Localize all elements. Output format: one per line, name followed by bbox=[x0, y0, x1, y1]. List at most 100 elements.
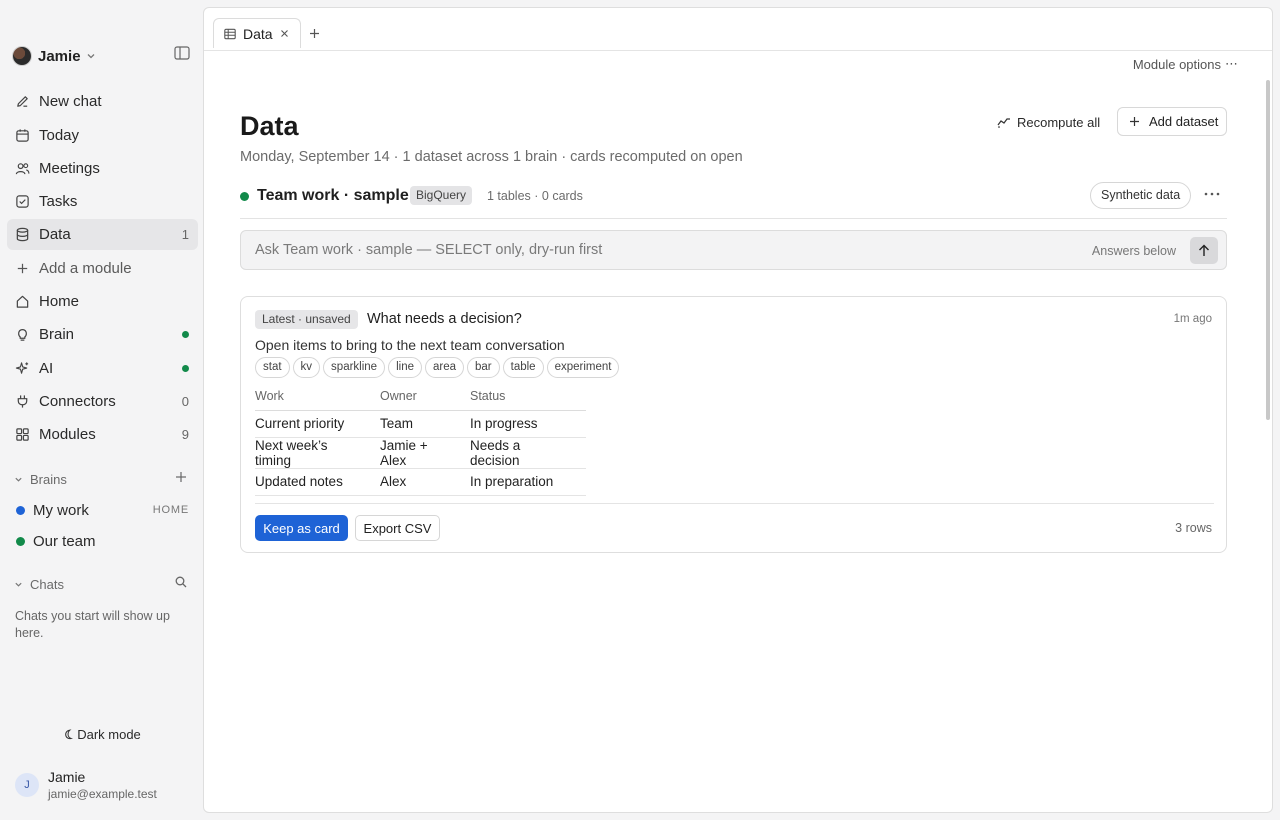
brain-label: My work bbox=[33, 501, 89, 519]
table-cell: Needs a decision bbox=[470, 437, 586, 469]
sidebar-item-new-chat[interactable]: New chat bbox=[7, 86, 198, 117]
sidebar-item-count: 9 bbox=[181, 427, 189, 442]
dark-mode-label: Dark mode bbox=[77, 726, 141, 742]
plus-icon bbox=[1130, 117, 1139, 126]
sidebar-item-count: 0 bbox=[181, 394, 189, 409]
sidebar-item-label: Today bbox=[39, 127, 80, 144]
workspace-avatar bbox=[12, 46, 32, 66]
sidebar-item-label: Brain bbox=[39, 326, 75, 343]
home-icon bbox=[16, 295, 29, 308]
brain-item-my-work[interactable]: My work HOME bbox=[8, 497, 198, 523]
chart-type-chips: stat kv sparkline line area bar table ex… bbox=[255, 357, 622, 378]
more-dots-icon: ⋯ bbox=[1225, 56, 1238, 71]
ask-input[interactable]: Ask Team work · sample — SELECT only, dr… bbox=[240, 230, 1227, 270]
table-cell: Next week’s timing bbox=[255, 437, 380, 469]
column-header: Owner bbox=[380, 389, 470, 411]
table-cell: Team bbox=[380, 410, 470, 438]
divider bbox=[255, 503, 1214, 504]
dark-mode-toggle[interactable]: Dark mode bbox=[0, 725, 204, 743]
brains-heading: Brains bbox=[30, 471, 67, 487]
table-row: Updated notes Alex In preparation bbox=[255, 468, 586, 496]
export-csv-button[interactable]: Export CSV bbox=[355, 515, 440, 541]
sidebar-item-meetings[interactable]: Meetings bbox=[7, 153, 198, 184]
recompute-all-button[interactable]: Recompute all bbox=[997, 112, 1100, 132]
table-cell: Current priority bbox=[255, 410, 380, 438]
chip-sparkline[interactable]: sparkline bbox=[323, 357, 386, 378]
brain-color-dot bbox=[16, 536, 25, 546]
tab-data[interactable]: Data bbox=[213, 18, 301, 48]
user-name: Jamie bbox=[48, 769, 86, 785]
recompute-label: Recompute all bbox=[1017, 114, 1101, 130]
table-cell: In preparation bbox=[470, 468, 586, 496]
sidebar-item-today[interactable]: Today bbox=[7, 120, 198, 151]
module-options-button[interactable]: Module options ⋯ bbox=[1133, 56, 1238, 72]
sidebar-item-label: AI bbox=[39, 360, 54, 377]
sidebar-item-label: Modules bbox=[39, 426, 96, 443]
source-badge: BigQuery bbox=[410, 186, 473, 205]
dataset-name[interactable]: Team work · sample bbox=[257, 187, 409, 205]
brains-section-toggle[interactable]: Brains bbox=[14, 471, 67, 487]
sidebar-item-count: 1 bbox=[181, 227, 189, 242]
dataset-header: Team work · sample BigQuery 1 tables · 0… bbox=[240, 181, 1227, 219]
sparkle-icon bbox=[15, 362, 29, 374]
avatar: J bbox=[15, 773, 39, 797]
sidebar-item-home[interactable]: Home bbox=[7, 286, 198, 317]
chip-line[interactable]: line bbox=[388, 357, 422, 378]
module-options-label: Module options bbox=[1132, 56, 1221, 72]
user-profile[interactable]: J Jamie jamie@example.test bbox=[15, 769, 200, 803]
page-title: Data bbox=[240, 111, 299, 141]
chip-table[interactable]: table bbox=[502, 357, 544, 378]
arrow-up-icon bbox=[1199, 244, 1209, 256]
table-cell: In progress bbox=[470, 410, 586, 438]
chip-experiment[interactable]: experiment bbox=[546, 357, 620, 378]
more-dots-icon[interactable] bbox=[1203, 187, 1221, 201]
brain-item-our-team[interactable]: Our team bbox=[8, 528, 198, 554]
sidebar-item-brain[interactable]: Brain bbox=[7, 319, 198, 350]
keep-as-card-button[interactable]: Keep as card bbox=[255, 515, 348, 541]
chip-area[interactable]: area bbox=[424, 357, 465, 378]
chevron-down-icon bbox=[15, 582, 22, 587]
home-tag: HOME bbox=[152, 504, 189, 516]
sidebar-item-label: New chat bbox=[39, 93, 102, 110]
tab-label: Data bbox=[243, 26, 273, 42]
workspace-switcher[interactable]: Jamie bbox=[12, 45, 96, 67]
search-icon[interactable] bbox=[174, 575, 188, 589]
status-badge: Latest · unsaved bbox=[255, 310, 358, 329]
sidebar-item-label: Home bbox=[39, 293, 80, 310]
chip-bar[interactable]: bar bbox=[467, 357, 500, 378]
brain-label: Our team bbox=[33, 532, 96, 550]
checkbox-icon bbox=[16, 195, 29, 208]
table-icon bbox=[224, 28, 236, 40]
new-tab-icon[interactable] bbox=[309, 28, 320, 39]
sidebar-item-ai[interactable]: AI bbox=[7, 353, 198, 384]
chats-empty-text: Chats you start will show up here. bbox=[15, 609, 170, 640]
sidebar-item-connectors[interactable]: Connectors 0 bbox=[7, 386, 198, 417]
sidebar-item-modules[interactable]: Modules 9 bbox=[7, 419, 198, 450]
chevron-down-icon bbox=[15, 477, 22, 482]
scrollbar[interactable] bbox=[1266, 80, 1270, 420]
sidebar-item-tasks[interactable]: Tasks bbox=[7, 186, 198, 217]
sidebar-item-label: Add a module bbox=[39, 260, 132, 277]
sidebar-item-add-module[interactable]: Add a module bbox=[7, 253, 198, 284]
close-icon[interactable] bbox=[280, 29, 289, 38]
answers-below-hint: Answers below bbox=[1091, 244, 1176, 258]
column-header: Work bbox=[255, 389, 380, 411]
row-count: 3 rows bbox=[1175, 521, 1212, 535]
add-dataset-button[interactable]: Add dataset bbox=[1117, 107, 1227, 136]
chip-kv[interactable]: kv bbox=[292, 357, 321, 378]
sidebar-item-label: Data bbox=[39, 226, 71, 243]
submit-button[interactable] bbox=[1190, 237, 1218, 264]
people-icon bbox=[15, 163, 30, 175]
sidebar-item-data[interactable]: Data 1 bbox=[7, 219, 198, 250]
chevron-down-icon bbox=[87, 54, 95, 59]
chats-section-toggle[interactable]: Chats bbox=[14, 576, 64, 592]
synthetic-data-pill[interactable]: Synthetic data bbox=[1090, 182, 1192, 209]
card-timestamp: 1m ago bbox=[1173, 313, 1212, 325]
grid-icon bbox=[16, 428, 29, 441]
add-brain-icon[interactable] bbox=[174, 470, 188, 484]
workspace-name: Jamie bbox=[38, 47, 81, 65]
chats-heading: Chats bbox=[30, 576, 64, 592]
chip-stat[interactable]: stat bbox=[255, 357, 290, 378]
sidebar-item-label: Tasks bbox=[39, 193, 78, 210]
sidebar-toggle-icon[interactable] bbox=[174, 46, 190, 60]
